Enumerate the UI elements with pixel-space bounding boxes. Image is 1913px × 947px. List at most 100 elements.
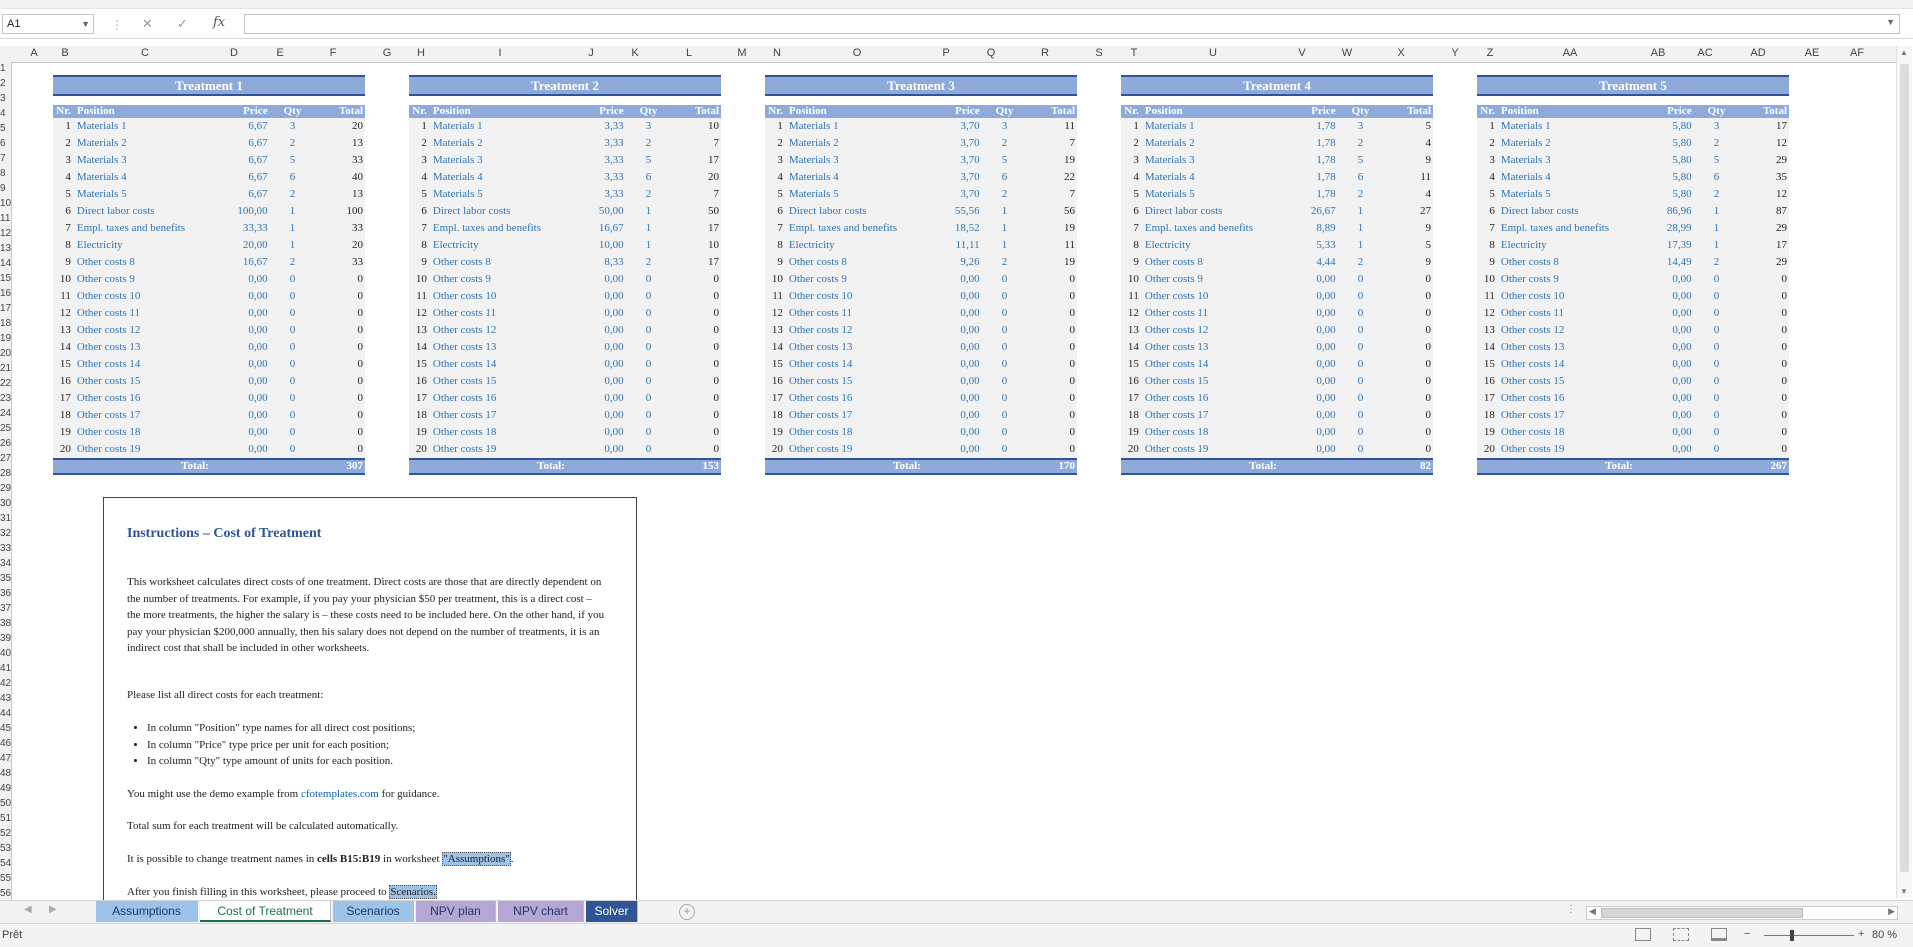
cell-price[interactable]: 0,00 bbox=[920, 305, 979, 322]
cell-qty[interactable]: 0 bbox=[268, 305, 312, 322]
cell-nr[interactable]: 7 bbox=[53, 220, 75, 237]
cell-total[interactable]: 4 bbox=[1379, 135, 1433, 152]
cell-price[interactable]: 3,70 bbox=[920, 135, 979, 152]
cell-nr[interactable]: 2 bbox=[53, 135, 75, 152]
row-header[interactable]: 5 bbox=[0, 123, 6, 135]
treatment-title[interactable]: Treatment 2 bbox=[409, 75, 721, 96]
cell-nr[interactable]: 5 bbox=[1477, 186, 1499, 203]
cell-total[interactable]: 0 bbox=[311, 322, 365, 339]
cell-position[interactable]: Other costs 8 bbox=[1143, 254, 1276, 271]
header-total[interactable]: Total bbox=[1735, 105, 1789, 118]
cell-position[interactable]: Other costs 15 bbox=[1499, 373, 1632, 390]
cell-price[interactable]: 0,00 bbox=[1276, 441, 1335, 458]
cell-total[interactable]: 7 bbox=[667, 186, 721, 203]
column-header[interactable]: Z bbox=[1487, 47, 1494, 59]
cell-position[interactable]: Other costs 16 bbox=[787, 390, 920, 407]
cell-qty[interactable]: 5 bbox=[624, 152, 668, 169]
cell-qty[interactable]: 0 bbox=[1336, 424, 1380, 441]
page-break-view-icon[interactable] bbox=[1711, 928, 1727, 941]
cell-price[interactable]: 20,00 bbox=[208, 237, 268, 254]
cell-total[interactable]: 10 bbox=[667, 237, 721, 254]
cell-position[interactable]: Other costs 14 bbox=[1143, 356, 1276, 373]
row-header[interactable]: 37 bbox=[0, 603, 11, 615]
row-header[interactable]: 54 bbox=[0, 858, 11, 870]
vertical-scrollbar[interactable]: ▲ ▼ bbox=[1896, 46, 1912, 898]
cell-total[interactable]: 0 bbox=[1379, 288, 1433, 305]
cell-price[interactable]: 0,00 bbox=[920, 390, 979, 407]
row-header[interactable]: 15 bbox=[0, 273, 11, 285]
cell-total[interactable]: 0 bbox=[1735, 271, 1789, 288]
cell-position[interactable]: Materials 2 bbox=[75, 135, 208, 152]
cell-price[interactable]: 0,00 bbox=[1276, 271, 1335, 288]
cell-qty[interactable]: 0 bbox=[1336, 441, 1380, 458]
cell-position[interactable]: Other costs 19 bbox=[1143, 441, 1276, 458]
cell-total[interactable]: 35 bbox=[1735, 169, 1789, 186]
cancel-icon[interactable]: ✕ bbox=[142, 16, 153, 32]
cell-total[interactable]: 100 bbox=[311, 203, 365, 220]
cell-qty[interactable]: 2 bbox=[1692, 254, 1736, 271]
cell-price[interactable]: 3,70 bbox=[920, 118, 979, 135]
cell-qty[interactable]: 0 bbox=[624, 356, 668, 373]
cell-price[interactable]: 5,80 bbox=[1632, 186, 1691, 203]
enter-icon[interactable]: ✓ bbox=[177, 16, 188, 32]
cell-price[interactable]: 5,80 bbox=[1632, 118, 1691, 135]
cell-total[interactable]: 13 bbox=[311, 186, 365, 203]
column-header[interactable]: G bbox=[383, 47, 392, 59]
cell-total[interactable]: 0 bbox=[311, 356, 365, 373]
cell-position[interactable]: Other costs 15 bbox=[75, 373, 208, 390]
cell-qty[interactable]: 0 bbox=[1336, 271, 1380, 288]
cell-nr[interactable]: 2 bbox=[1121, 135, 1143, 152]
column-header[interactable]: J bbox=[588, 47, 594, 59]
cell-position[interactable]: Empl. taxes and benefits bbox=[431, 220, 564, 237]
cell-nr[interactable]: 8 bbox=[1121, 237, 1143, 254]
cell-total[interactable]: 11 bbox=[1023, 237, 1077, 254]
cell-nr[interactable]: 18 bbox=[1121, 407, 1143, 424]
cell-price[interactable]: 6,67 bbox=[208, 169, 267, 186]
total-label[interactable]: Total: bbox=[765, 460, 1049, 473]
cell-total[interactable]: 11 bbox=[1023, 118, 1077, 135]
cell-nr[interactable]: 10 bbox=[1121, 271, 1143, 288]
row-header[interactable]: 30 bbox=[0, 498, 11, 510]
cell-qty[interactable]: 0 bbox=[1336, 390, 1380, 407]
cell-total[interactable]: 0 bbox=[1023, 271, 1077, 288]
cell-qty[interactable]: 6 bbox=[268, 169, 312, 186]
cell-position[interactable]: Electricity bbox=[787, 237, 920, 254]
horizontal-scrollbar[interactable]: ◀ ▶ bbox=[1586, 906, 1898, 920]
cell-position[interactable]: Materials 4 bbox=[1499, 169, 1632, 186]
cell-price[interactable]: 0,00 bbox=[920, 441, 979, 458]
cell-position[interactable]: Materials 2 bbox=[1499, 135, 1632, 152]
header-qty[interactable]: Qty bbox=[268, 105, 312, 118]
row-header[interactable]: 1 bbox=[0, 63, 6, 75]
cell-nr[interactable]: 19 bbox=[409, 424, 431, 441]
cell-nr[interactable]: 15 bbox=[1477, 356, 1499, 373]
cell-position[interactable]: Other costs 17 bbox=[431, 407, 564, 424]
column-header[interactable]: H bbox=[417, 47, 425, 59]
cell-nr[interactable]: 10 bbox=[409, 271, 431, 288]
cell-total[interactable]: 0 bbox=[1379, 390, 1433, 407]
cell-nr[interactable]: 17 bbox=[409, 390, 431, 407]
cell-total[interactable]: 0 bbox=[311, 339, 365, 356]
cell-position[interactable]: Materials 5 bbox=[75, 186, 208, 203]
cell-qty[interactable]: 1 bbox=[624, 203, 668, 220]
cell-position[interactable]: Empl. taxes and benefits bbox=[75, 220, 208, 237]
header-total[interactable]: Total bbox=[667, 105, 721, 118]
row-header[interactable]: 48 bbox=[0, 768, 11, 780]
cell-position[interactable]: Materials 1 bbox=[1499, 118, 1632, 135]
cell-position[interactable]: Other costs 9 bbox=[1499, 271, 1632, 288]
cell-qty[interactable]: 0 bbox=[624, 407, 668, 424]
cell-nr[interactable]: 2 bbox=[409, 135, 431, 152]
cell-price[interactable]: 0,00 bbox=[208, 424, 267, 441]
cell-total[interactable]: 17 bbox=[1735, 237, 1789, 254]
row-header[interactable]: 23 bbox=[0, 393, 11, 405]
column-header[interactable]: AF bbox=[1850, 47, 1864, 59]
cell-total[interactable]: 0 bbox=[1379, 424, 1433, 441]
cell-nr[interactable]: 11 bbox=[409, 288, 431, 305]
cell-position[interactable]: Other costs 8 bbox=[431, 254, 564, 271]
cell-position[interactable]: Materials 5 bbox=[787, 186, 920, 203]
cell-total[interactable]: 0 bbox=[1735, 288, 1789, 305]
cell-total[interactable]: 87 bbox=[1735, 203, 1789, 220]
cell-nr[interactable]: 17 bbox=[53, 390, 75, 407]
cell-qty[interactable]: 0 bbox=[1692, 424, 1736, 441]
cell-position[interactable]: Other costs 13 bbox=[1499, 339, 1632, 356]
cell-nr[interactable]: 10 bbox=[53, 271, 75, 288]
